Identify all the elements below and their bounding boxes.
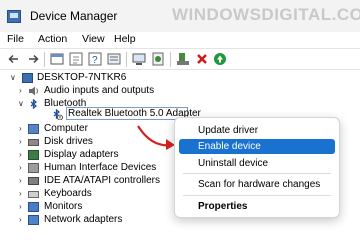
menu-item-label: Scan for hardware changes xyxy=(198,179,321,190)
menu-enable-device[interactable]: Enable device xyxy=(179,139,335,154)
menu-item-label: Update driver xyxy=(198,125,259,136)
menu-uninstall-device[interactable]: Uninstall device xyxy=(175,156,339,171)
menu-separator xyxy=(183,173,331,174)
menu-properties[interactable]: Properties xyxy=(175,199,339,214)
menu-update-driver[interactable]: Update driver xyxy=(175,123,339,138)
menu-item-label: Uninstall device xyxy=(198,158,269,169)
menu-separator xyxy=(183,195,331,196)
menu-scan-hardware[interactable]: Scan for hardware changes xyxy=(175,177,339,192)
context-menu: Update driver Enable device Uninstall de… xyxy=(174,117,340,218)
menu-item-label: Properties xyxy=(198,201,248,212)
menu-item-label: Enable device xyxy=(198,141,261,152)
